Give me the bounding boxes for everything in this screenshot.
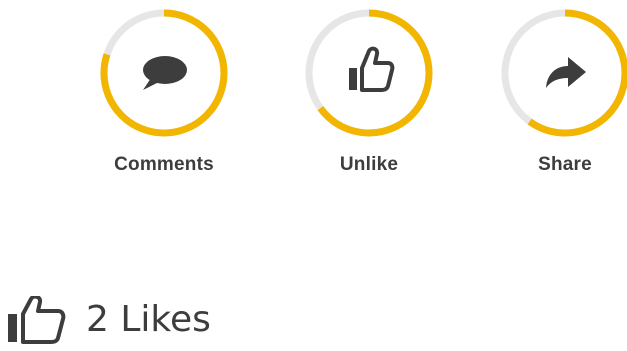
share-progress-ring xyxy=(501,9,627,137)
comments-button[interactable]: Comments xyxy=(94,8,234,176)
comments-progress-ring xyxy=(100,9,228,137)
likes-count: 2 Likes xyxy=(86,299,211,340)
share-button[interactable]: Share xyxy=(495,8,627,176)
thumbs-up-icon xyxy=(8,296,66,344)
unlike-button[interactable]: Unlike xyxy=(299,8,439,176)
unlike-label: Unlike xyxy=(339,154,399,175)
likes-summary: 2 Likes xyxy=(6,296,211,344)
comments-label: Comments xyxy=(114,154,214,175)
share-label: Share xyxy=(538,154,592,175)
unlike-progress-ring xyxy=(305,9,433,137)
